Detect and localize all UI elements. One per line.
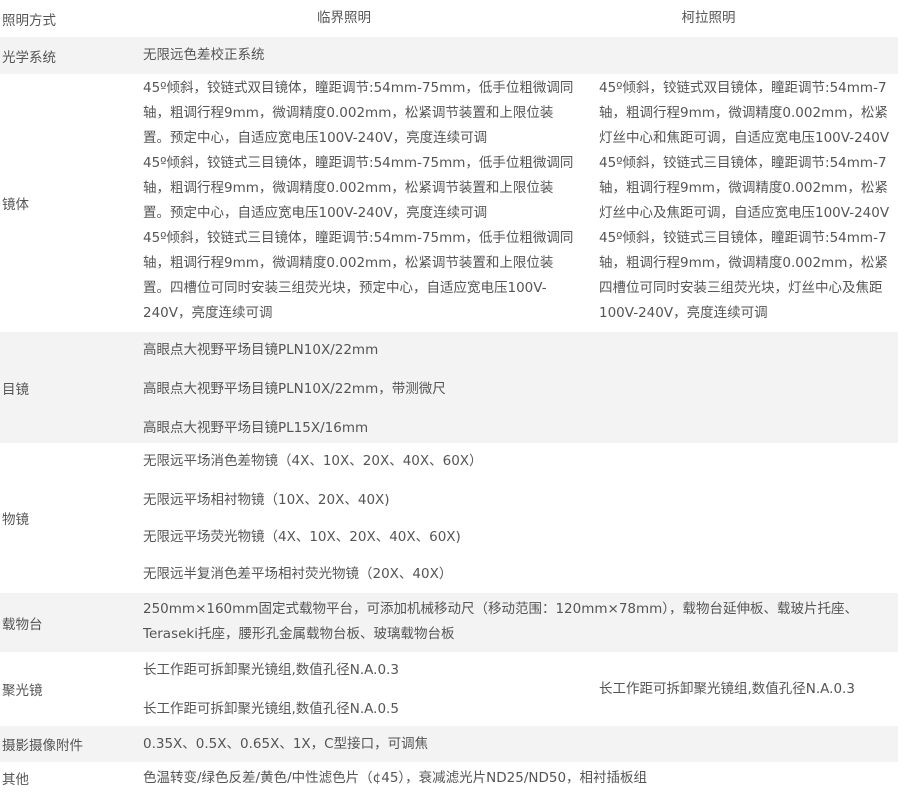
stage-label: 载物台 (2, 616, 43, 633)
body-kohler-3-line-4: 100V-240V，亮度连续可调 (599, 305, 768, 321)
body-kohler-1-line-3: 灯丝中心和焦距可调，自适应宽电压100V-240V (599, 130, 890, 146)
condenser-critical-item: 长工作距可拆卸聚光镜组,数值孔径N.A.0.3 (143, 662, 399, 678)
objective-item: 无限远平场相衬物镜（10X、20X、40X) (143, 492, 390, 508)
spec-table: 照明方式 临界照明 柯拉照明 光学系统 无限远色差校正系统 镜体 45º倾斜，铰… (0, 0, 898, 794)
body-critical-2-line-3: 置。预定中心，自适应宽电压100V-240V，亮度连续可调 (143, 205, 488, 221)
body-kohler-2-line-1: 45º倾斜，铰链式三目镜体，瞳距调节:54mm-7 (599, 155, 887, 171)
body-kohler-cell: 45º倾斜，铰链式双目镜体，瞳距调节:54mm-7 轴，粗调行程9mm，微调精度… (599, 74, 898, 332)
objective-item: 无限远平场荧光物镜（4X、10X、20X、40X、60X) (143, 529, 461, 545)
body-kohler-1-line-2: 轴，粗调行程9mm，微调精度0.002mm，松紧 (599, 105, 888, 121)
header-critical-illumination: 临界照明 (317, 10, 371, 26)
camera-label: 摄影摄像附件 (2, 738, 83, 754)
body-critical-cell: 45º倾斜，铰链式双目镜体，瞳距调节:54mm-75mm，低手位粗微调同 轴，粗… (143, 74, 599, 332)
body-kohler-3-line-2: 轴，粗调行程9mm，微调精度0.002mm，松紧 (599, 255, 888, 271)
eyepiece-item: 高眼点大视野平场目镜PLN10X/22mm，带测微尺 (143, 381, 446, 397)
condenser-row: 聚光镜 长工作距可拆卸聚光镜组,数值孔径N.A.0.3 长工作距可拆卸聚光镜组,… (0, 652, 898, 726)
eyepiece-label: 目镜 (2, 381, 29, 398)
condenser-critical-cell: 长工作距可拆卸聚光镜组,数值孔径N.A.0.3 长工作距可拆卸聚光镜组,数值孔径… (143, 652, 599, 726)
body-critical-1-line-1: 45º倾斜，铰链式双目镜体，瞳距调节:54mm-75mm，低手位粗微调同 (143, 80, 574, 96)
body-label: 镜体 (2, 197, 29, 213)
camera-row: 摄影摄像附件 0.35X、0.5X、0.65X、1X，C型接口，可调焦 (0, 726, 898, 762)
objective-item: 无限远平场消色差物镜（4X、10X、20X、40X、60X） (143, 453, 483, 469)
other-label: 其他 (2, 772, 29, 788)
body-critical-1-line-2: 轴，粗调行程9mm，微调精度0.002mm，松紧调节装置和上限位装 (143, 105, 554, 121)
body-kohler-2-line-2: 轴，粗调行程9mm，微调精度0.002mm，松紧 (599, 180, 888, 196)
body-critical-2-line-2: 轴，粗调行程9mm，微调精度0.002mm，松紧调节装置和上限位装 (143, 180, 554, 196)
other-value: 色温转变/绿色反差/黄色/中性滤色片（¢45），衰减滤光片ND25/ND50，相… (143, 770, 648, 786)
body-critical-3-line-4: 240V，亮度连续可调 (143, 305, 273, 321)
body-critical-2-line-1: 45º倾斜，铰链式三目镜体，瞳距调节:54mm-75mm，低手位粗微调同 (143, 155, 574, 171)
body-kohler-2-line-3: 灯丝中心及焦距可调，自适应宽电压100V-240V (599, 205, 890, 221)
objective-row: 物镜 无限远平场消色差物镜（4X、10X、20X、40X、60X） 无限远平场相… (0, 443, 898, 593)
optical-system-label: 光学系统 (2, 49, 56, 66)
eyepiece-items: 高眼点大视野平场目镜PLN10X/22mm 高眼点大视野平场目镜PLN10X/2… (143, 332, 898, 443)
optical-system-row: 光学系统 无限远色差校正系统 (0, 37, 898, 74)
stage-row: 载物台 250mm×160mm固定式载物平台，可添加机械移动尺（移动范围：120… (0, 593, 898, 652)
stage-value: 250mm×160mm固定式载物平台，可添加机械移动尺（移动范围：120mm×7… (143, 593, 898, 652)
other-row: 其他 色温转变/绿色反差/黄色/中性滤色片（¢45），衰减滤光片ND25/ND5… (0, 762, 898, 794)
body-kohler-3-line-3: 四槽位可同时安装三组荧光块，灯丝中心及焦距 (599, 280, 883, 296)
body-kohler-3-line-1: 45º倾斜，铰链式三目镜体，瞳距调节:54mm-7 (599, 230, 887, 246)
header-row: 照明方式 临界照明 柯拉照明 (0, 0, 898, 37)
header-illumination-method: 照明方式 (2, 12, 56, 29)
objective-items: 无限远平场消色差物镜（4X、10X、20X、40X、60X） 无限远平场相衬物镜… (143, 443, 898, 593)
header-kohler-illumination: 柯拉照明 (681, 10, 736, 26)
eyepiece-row: 目镜 高眼点大视野平场目镜PLN10X/22mm 高眼点大视野平场目镜PLN10… (0, 332, 898, 443)
eyepiece-item: 高眼点大视野平场目镜PL15X/16mm (143, 420, 369, 436)
body-row: 镜体 45º倾斜，铰链式双目镜体，瞳距调节:54mm-75mm，低手位粗微调同 … (0, 74, 898, 332)
optical-system-value: 无限远色差校正系统 (143, 47, 265, 63)
condenser-label: 聚光镜 (2, 683, 43, 699)
body-kohler-1-line-1: 45º倾斜，铰链式双目镜体，瞳距调节:54mm-7 (599, 80, 887, 96)
objective-label: 物镜 (2, 512, 29, 528)
body-critical-3-line-2: 轴，粗调行程9mm，微调精度0.002mm，松紧调节装置和上限位装 (143, 255, 554, 271)
condenser-critical-item: 长工作距可拆卸聚光镜组,数值孔径N.A.0.5 (143, 701, 399, 717)
body-critical-3-line-3: 置。四槽位可同时安装三组荧光块，预定中心，自适应宽电压100V- (143, 280, 547, 296)
body-critical-3-line-1: 45º倾斜，铰链式三目镜体，瞳距调节:54mm-75mm，低手位粗微调同 (143, 230, 574, 246)
objective-item: 无限远半复消色差平场相衬荧光物镜（20X、40X） (143, 566, 453, 582)
body-critical-1-line-3: 置。预定中心，自适应宽电压100V-240V，亮度连续可调 (143, 130, 488, 146)
stage-line-1: 250mm×160mm固定式载物平台，可添加机械移动尺（移动范围：120mm×7… (143, 601, 859, 617)
condenser-kohler-cell: 长工作距可拆卸聚光镜组,数值孔径N.A.0.3 (599, 681, 855, 697)
stage-line-2: Teraseki托座，腰形孔金属载物台板、玻璃载物台板 (143, 626, 455, 642)
camera-value: 0.35X、0.5X、0.65X、1X，C型接口，可调焦 (143, 736, 429, 752)
eyepiece-item: 高眼点大视野平场目镜PLN10X/22mm (143, 342, 379, 358)
